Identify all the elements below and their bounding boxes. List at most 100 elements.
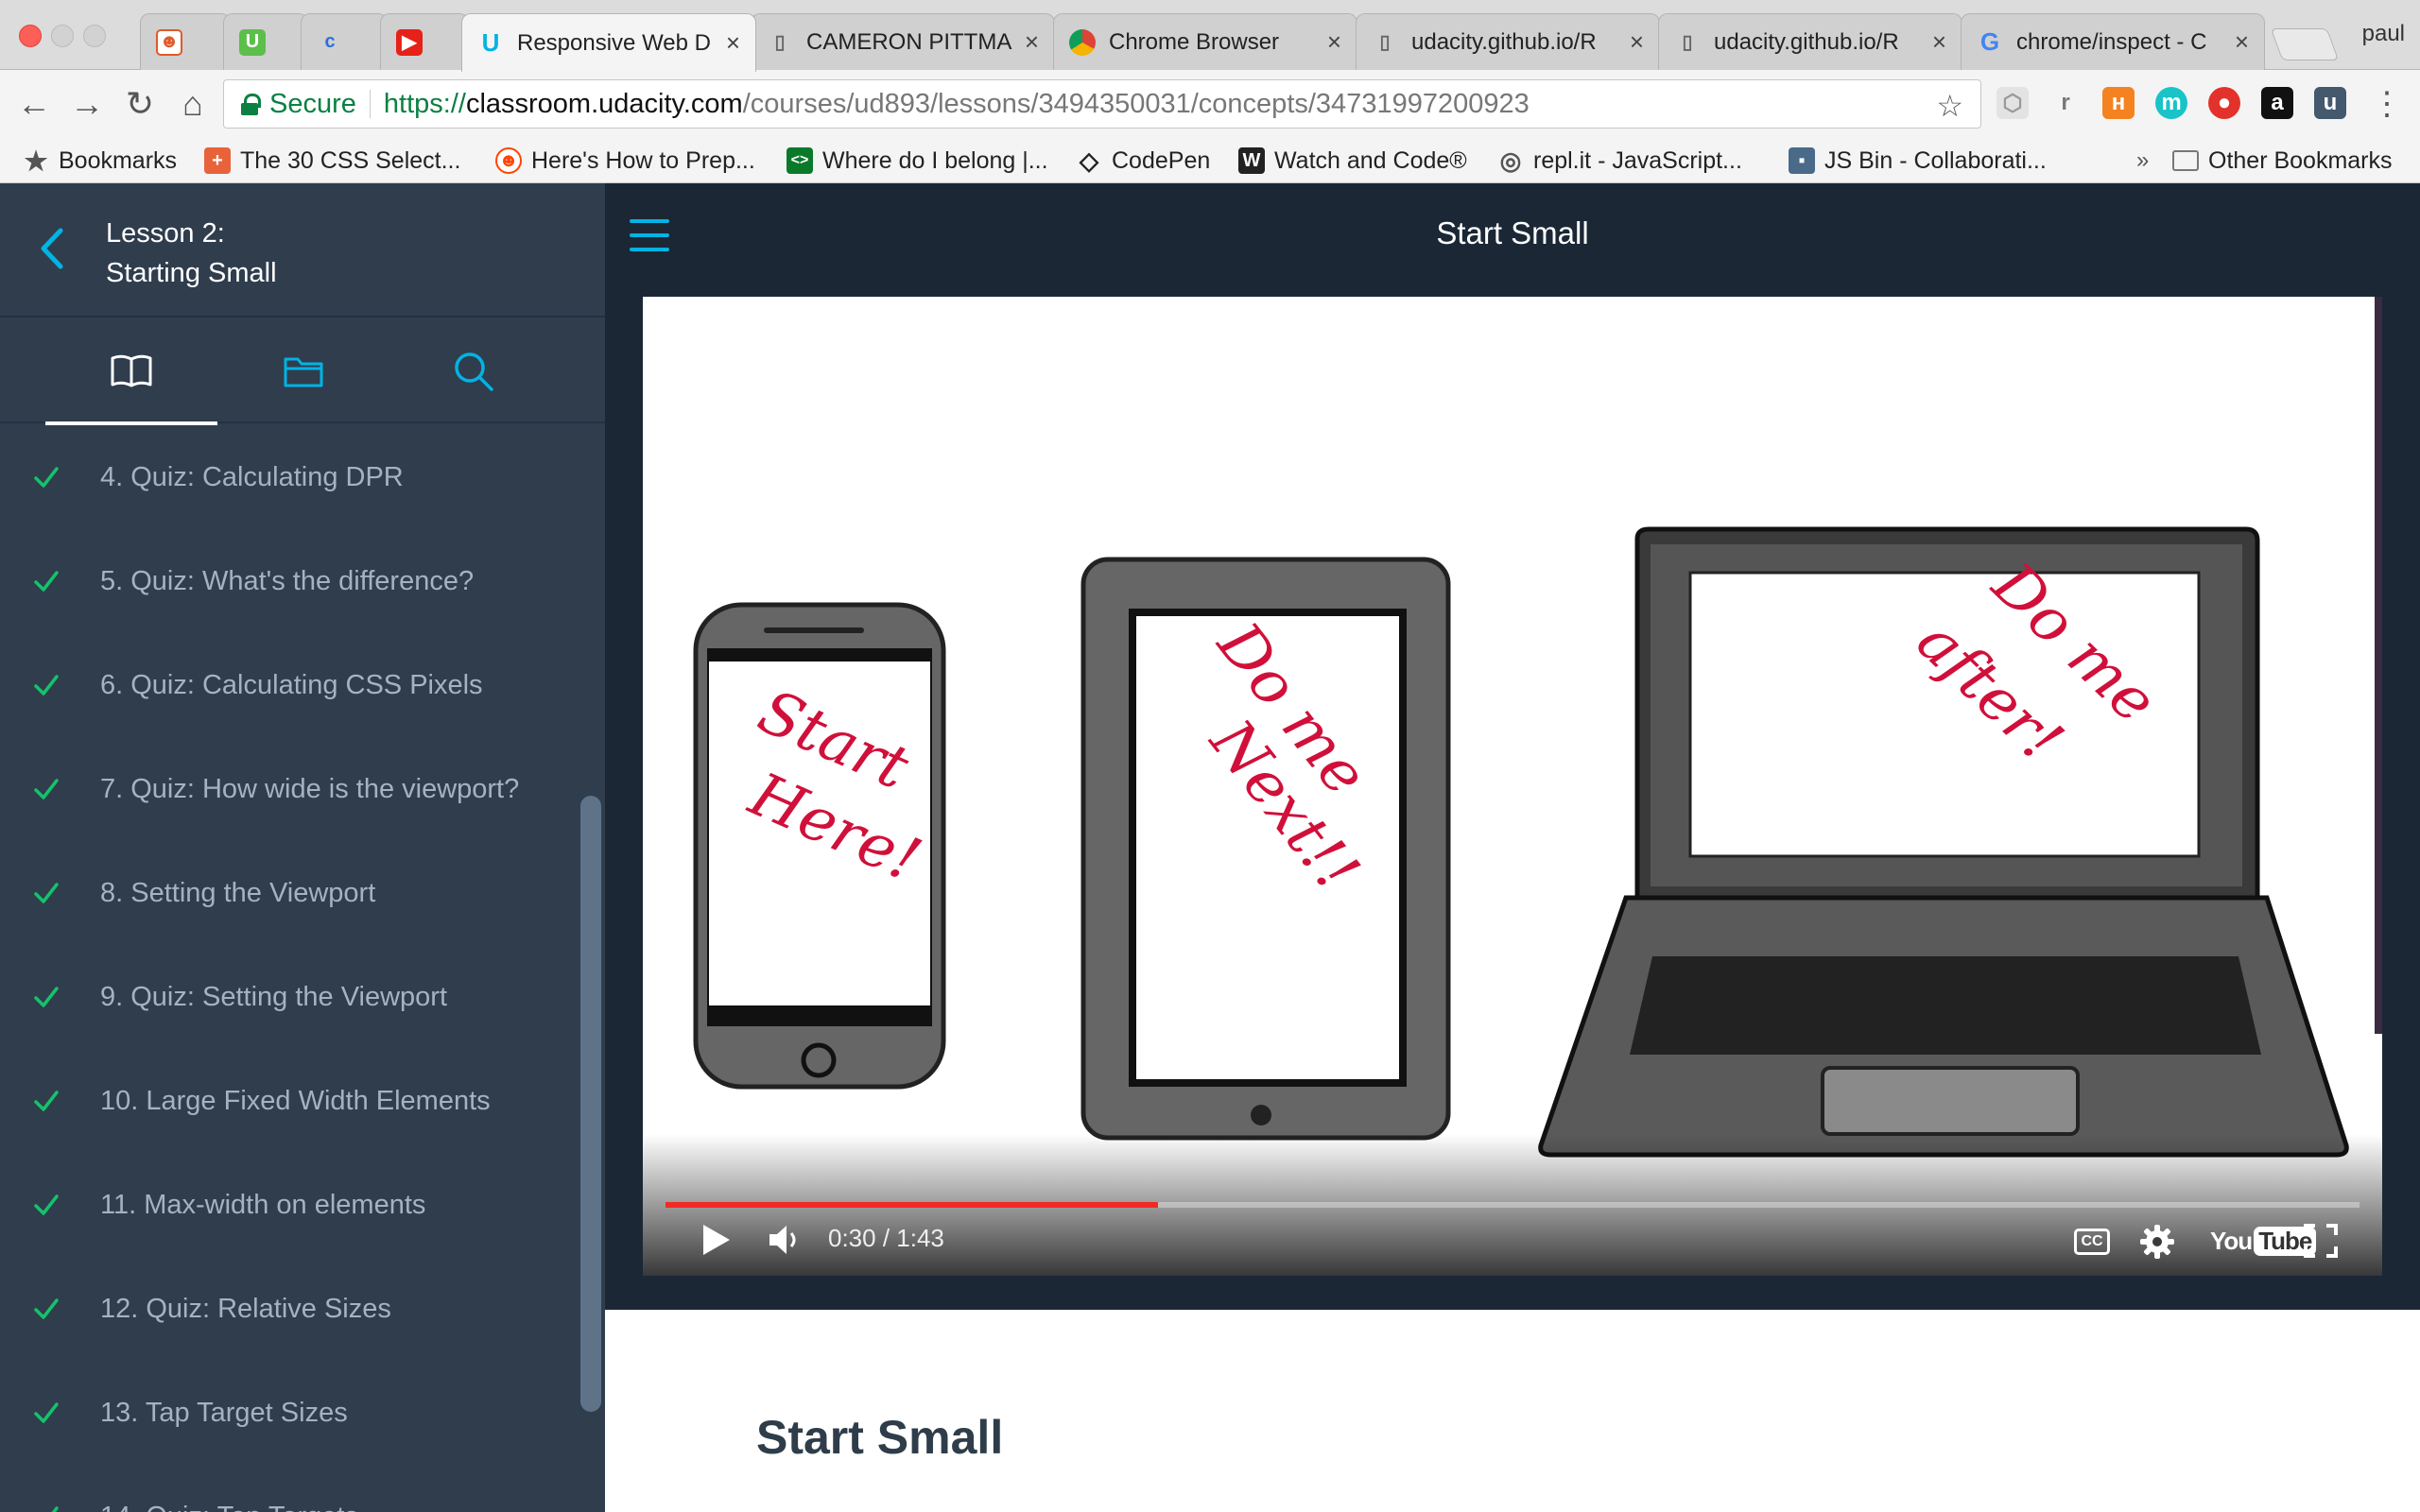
concept-label: 12. Quiz: Relative Sizes bbox=[100, 1293, 391, 1324]
sidebar-tabs bbox=[0, 319, 605, 425]
browser-tab[interactable]: Chrome Browser × bbox=[1053, 13, 1357, 70]
book-icon bbox=[111, 354, 152, 387]
bookmark-label: Here's How to Prep... bbox=[531, 146, 755, 174]
concept-item[interactable]: 9. Quiz: Setting the Viewport bbox=[0, 945, 567, 1049]
extension-udacity-icon[interactable]: u bbox=[2314, 87, 2346, 119]
tab-title: udacity.github.io/R bbox=[1714, 28, 1899, 55]
new-tab-button[interactable] bbox=[2270, 28, 2340, 60]
close-icon[interactable]: × bbox=[1932, 27, 1946, 57]
concept-label: 10. Large Fixed Width Elements bbox=[100, 1085, 491, 1116]
video-time: 0:30 / 1:43 bbox=[828, 1224, 944, 1252]
concept-item[interactable]: 8. Setting the Viewport bbox=[0, 841, 567, 945]
extension-tomato-icon[interactable]: ● bbox=[2208, 87, 2240, 119]
reload-icon[interactable]: ↻ bbox=[119, 83, 161, 125]
concept-item[interactable]: 6. Quiz: Calculating CSS Pixels bbox=[0, 633, 567, 737]
back-arrow-icon[interactable]: ← bbox=[13, 83, 55, 125]
bookmark-item[interactable]: <> Where do I belong |... bbox=[786, 146, 1048, 176]
back-chevron-icon[interactable] bbox=[38, 225, 66, 272]
browser-tab[interactable]: c bbox=[301, 13, 388, 70]
bookmark-item[interactable]: + The 30 CSS Select... bbox=[204, 146, 460, 176]
folder-icon bbox=[2172, 150, 2199, 171]
browser-tab[interactable]: G chrome/inspect - C × bbox=[1961, 13, 2265, 70]
chrome-menu-icon[interactable]: ⋮ bbox=[2371, 85, 2403, 123]
forward-arrow-icon[interactable]: → bbox=[66, 83, 108, 125]
youtube-logo[interactable]: You Tube bbox=[2210, 1225, 2317, 1257]
check-icon bbox=[51, 1506, 59, 1512]
concept-item[interactable]: 13. Tap Target Sizes bbox=[0, 1361, 567, 1465]
concept-item[interactable]: 12. Quiz: Relative Sizes bbox=[0, 1257, 567, 1361]
extension-amazon-icon[interactable]: a bbox=[2261, 87, 2293, 119]
extension-hexagon-icon[interactable]: ⬡ bbox=[1996, 87, 2029, 119]
close-icon[interactable]: × bbox=[1630, 27, 1644, 57]
extension-r-icon[interactable]: r bbox=[2049, 87, 2082, 119]
bookmark-item[interactable]: ▪ JS Bin - Collaborati... bbox=[1789, 146, 2047, 176]
concept-item[interactable]: 5. Quiz: What's the difference? bbox=[0, 529, 567, 633]
close-icon[interactable]: × bbox=[2235, 27, 2249, 57]
volume-icon[interactable] bbox=[766, 1221, 804, 1259]
concept-item[interactable]: 14. Quiz: Tap Targets bbox=[0, 1465, 567, 1512]
video-section: Start Here! Do me Next!! Do me after! 0:… bbox=[605, 293, 2420, 1310]
check-icon bbox=[34, 675, 59, 696]
bookmark-item[interactable]: W Watch and Code® bbox=[1238, 146, 1467, 176]
close-icon[interactable]: × bbox=[726, 28, 740, 58]
browser-tab[interactable]: ▯ CAMERON PITTMA × bbox=[751, 13, 1055, 70]
captions-button[interactable]: CC bbox=[2074, 1228, 2110, 1255]
replit-icon: ◎ bbox=[1499, 146, 1522, 175]
browser-tab[interactable]: ▯ udacity.github.io/R × bbox=[1658, 13, 1962, 70]
tab-concepts[interactable] bbox=[45, 319, 217, 425]
bookmarks-overflow-button[interactable]: » bbox=[2136, 147, 2149, 174]
browser-toolbar: ← → ↻ ⌂ Secure https://classroom.udacity… bbox=[0, 70, 2420, 138]
bookmark-item[interactable]: ★ Bookmarks bbox=[23, 146, 177, 176]
bookmark-label: Bookmarks bbox=[59, 146, 178, 174]
lesson-sidebar: Lesson 2: Starting Small 4. Quiz: Calcul… bbox=[0, 183, 605, 1512]
bookmark-star-icon[interactable]: ☆ bbox=[1936, 88, 1963, 124]
window-minimize-button[interactable] bbox=[51, 25, 74, 47]
video-progress-bar[interactable] bbox=[666, 1202, 2360, 1208]
concept-item[interactable]: 7. Quiz: How wide is the viewport? bbox=[0, 737, 567, 841]
concept-item[interactable]: 11. Max-width on elements bbox=[0, 1153, 567, 1257]
browser-tab[interactable]: ▶ bbox=[380, 13, 469, 70]
extension-hubspot-icon[interactable]: ʜ bbox=[2102, 87, 2135, 119]
video-progress-fill bbox=[666, 1202, 1159, 1208]
fullscreen-icon[interactable] bbox=[2303, 1223, 2339, 1259]
window-close-button[interactable] bbox=[19, 25, 42, 47]
play-icon[interactable] bbox=[696, 1221, 734, 1259]
codepen-icon: ◇ bbox=[1080, 146, 1098, 175]
browser-tab[interactable]: ▯ udacity.github.io/R × bbox=[1356, 13, 1660, 70]
concept-item[interactable]: 4. Quiz: Calculating DPR bbox=[0, 425, 567, 529]
browser-tab[interactable]: U bbox=[223, 13, 308, 70]
lesson-header: Lesson 2: Starting Small bbox=[0, 183, 605, 318]
profile-button[interactable]: paul bbox=[2362, 21, 2405, 47]
home-icon[interactable]: ⌂ bbox=[172, 83, 214, 125]
browser-tab-active[interactable]: U Responsive Web D × bbox=[461, 13, 756, 72]
udemy-icon: U bbox=[239, 28, 266, 56]
video-player[interactable]: Start Here! Do me Next!! Do me after! 0:… bbox=[643, 297, 2382, 1276]
extension-m-icon[interactable]: m bbox=[2155, 87, 2187, 119]
tab-search[interactable] bbox=[388, 319, 560, 423]
lesson-topbar: Start Small bbox=[605, 183, 2420, 293]
check-icon bbox=[34, 1091, 59, 1111]
address-bar[interactable]: Secure https://classroom.udacity.com/cou… bbox=[223, 79, 1981, 129]
tab-title: udacity.github.io/R bbox=[1411, 28, 1597, 55]
check-icon bbox=[34, 467, 59, 488]
close-icon[interactable]: × bbox=[1327, 27, 1341, 57]
reddit-icon: ☻ bbox=[495, 147, 522, 174]
window-zoom-button[interactable] bbox=[83, 25, 106, 47]
folder-icon bbox=[284, 357, 323, 387]
browser-tab[interactable]: ☻ bbox=[140, 13, 231, 70]
tab-resources[interactable] bbox=[217, 319, 389, 423]
other-bookmarks-folder[interactable]: Other Bookmarks bbox=[2172, 146, 2393, 176]
chrome-icon bbox=[1069, 28, 1096, 56]
video-frame-illustration: Start Here! Do me Next!! Do me after! bbox=[693, 526, 2349, 1158]
bookmark-item[interactable]: ◇ CodePen bbox=[1076, 146, 1210, 176]
concept-item[interactable]: 10. Large Fixed Width Elements bbox=[0, 1049, 567, 1153]
close-icon[interactable]: × bbox=[1025, 27, 1039, 57]
c-icon: c bbox=[324, 31, 336, 52]
gear-icon[interactable] bbox=[2138, 1223, 2176, 1261]
bookmark-item[interactable]: ◎ repl.it - JavaScript... bbox=[1497, 146, 1742, 176]
sidebar-scrollbar[interactable] bbox=[580, 796, 601, 1412]
lock-icon bbox=[241, 94, 261, 115]
google-icon: G bbox=[1979, 27, 2000, 56]
w-icon: W bbox=[1238, 147, 1265, 174]
bookmark-item[interactable]: ☻ Here's How to Prep... bbox=[495, 146, 755, 176]
